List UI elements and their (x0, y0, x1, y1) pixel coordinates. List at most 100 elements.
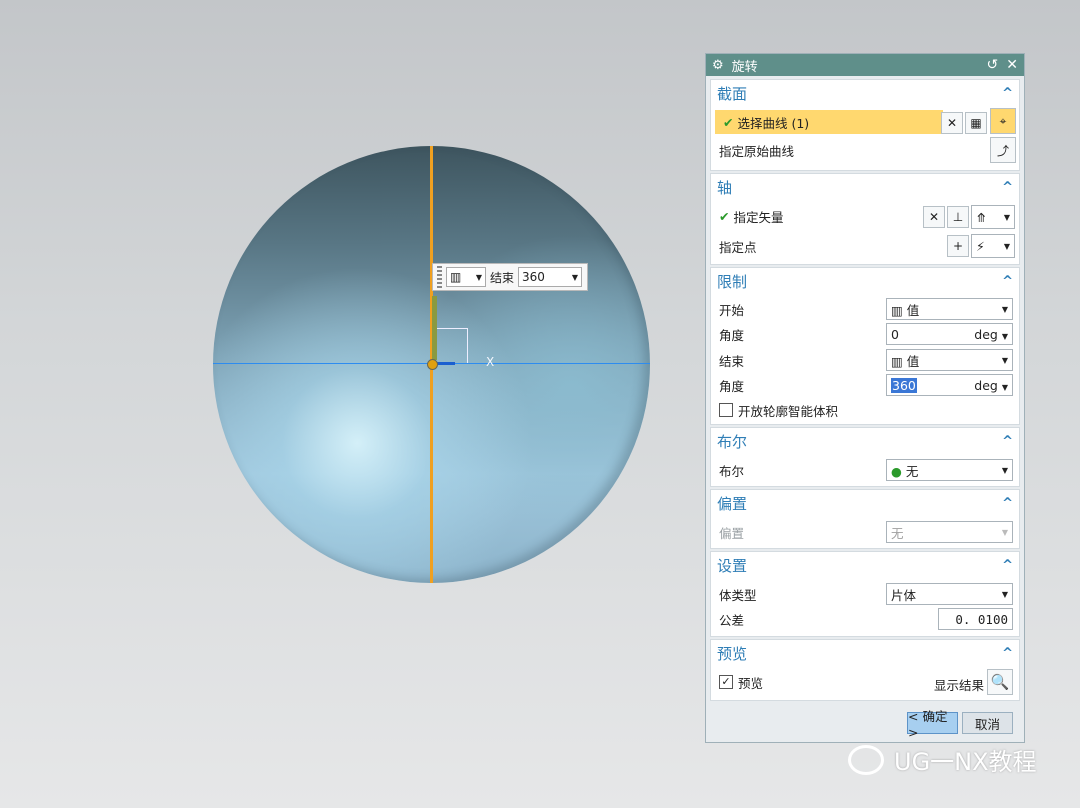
watermark-text: UG一NX教程 (894, 748, 1037, 776)
x-axis-label: X (486, 355, 495, 369)
collapse-caret-icon[interactable]: ^ (1002, 496, 1013, 511)
end-value-input[interactable]: 360 ▼ (518, 267, 583, 287)
axis-title: 轴 (717, 178, 733, 197)
limits-header[interactable]: 限制 ^ (711, 268, 1019, 294)
section-header[interactable]: 截面 ^ (711, 80, 1019, 106)
specify-original-row: 指定原始曲线 (711, 138, 1019, 162)
open-profile-checkbox[interactable] (719, 403, 733, 417)
preview-label: 预览 (738, 675, 764, 691)
reset-icon[interactable]: ↺ (987, 57, 999, 73)
preview-checkbox[interactable]: ✓ (719, 675, 733, 689)
limits-group: 限制 ^ 开始 ▥ 值 ▼ 角度 0 deg ▼ 结束 ▥ 值 ▼ 角度 360 deg … (710, 267, 1020, 425)
point-icon: ⚡ (976, 238, 985, 254)
collapse-caret-icon[interactable]: ^ (1002, 274, 1013, 289)
wechat-icon (848, 744, 884, 775)
boolean-header[interactable]: 布尔 ^ (711, 428, 1019, 454)
start-label: 开始 (719, 302, 745, 318)
specify-original-label: 指定原始曲线 (719, 143, 795, 159)
x-direction-arrow (437, 362, 455, 365)
boolean-value: 无 (905, 463, 919, 479)
boolean-group: 布尔 ^ 布尔 ● 无 ▼ (710, 427, 1020, 487)
ok-button[interactable]: < 确定 > (907, 709, 958, 740)
collapse-caret-icon[interactable]: ^ (1002, 180, 1013, 195)
collapse-caret-icon[interactable]: ^ (1002, 86, 1013, 101)
body-type-value: 片体 (891, 587, 917, 603)
section-title: 截面 (717, 84, 748, 103)
sketch-section-icon[interactable]: ▦ (965, 112, 987, 134)
reverse-direction-icon[interactable]: ✕ (923, 206, 945, 228)
end-label: 结束 (719, 353, 745, 369)
vector-type-dropdown[interactable]: ⤊ ▼ (971, 205, 1015, 229)
offset-value: 无 (891, 525, 904, 541)
angle1-label: 角度 (719, 327, 745, 343)
close-icon[interactable]: ✕ (1006, 57, 1018, 73)
checkmark-icon: ✔ (719, 208, 730, 224)
end-value-text: 360 (522, 270, 545, 284)
cancel-button[interactable]: 取消 (962, 712, 1013, 734)
point-dialog-icon[interactable]: + (947, 235, 969, 257)
boolean-dropdown[interactable]: ● 无 ▼ (886, 459, 1013, 481)
value-icon: ▥ (891, 353, 907, 369)
watermark: UG一NX教程 (848, 742, 1037, 777)
dialog-titlebar[interactable]: ⚙ 旋转 ↺ ✕ (706, 54, 1024, 76)
angle1-input[interactable]: 0 deg ▼ (886, 323, 1013, 345)
angle2-value: 360 (891, 377, 917, 393)
settings-group: 设置 ^ 体类型 片体 ▼ 公差 0. 0100 (710, 551, 1020, 637)
angle2-label: 角度 (719, 378, 745, 394)
end-type-value: 值 (906, 353, 920, 369)
tolerance-label: 公差 (719, 612, 745, 628)
settings-title: 设置 (717, 556, 748, 575)
original-curve-icon[interactable]: ⤴ (990, 137, 1016, 163)
collapse-caret-icon[interactable]: ^ (1002, 434, 1013, 449)
drag-grip-icon[interactable] (437, 266, 442, 288)
tolerance-value: 0. 0100 (955, 611, 1008, 627)
boolean-title: 布尔 (717, 432, 748, 451)
settings-header[interactable]: 设置 ^ (711, 552, 1019, 578)
angle1-unit: deg (974, 326, 998, 342)
curve-rule-icon[interactable]: ✕ (941, 112, 963, 134)
point-type-dropdown[interactable]: ⚡ ▼ (971, 234, 1015, 258)
axis-group: 轴 ^ ✔ 指定矢量 ✕ ⊥ ⤊ ▼ 指定点 + ⚡ ▼ (710, 173, 1020, 265)
end-label: 结束 (490, 270, 515, 285)
preview-title: 预览 (717, 644, 748, 663)
offset-dropdown: 无 ▼ (886, 521, 1013, 543)
body-type-dropdown[interactable]: 片体 ▼ (886, 583, 1013, 605)
revolve-dialog: ⚙ 旋转 ↺ ✕ 截面 ^ ✔ 选择曲线 (1) ✕ ▦ ⌖ 指定原始曲线 ⤴ 轴 ^… (705, 53, 1025, 743)
axis-header[interactable]: 轴 ^ (711, 174, 1019, 200)
settings-gear-icon[interactable]: ⚙ (712, 58, 724, 73)
offset-header[interactable]: 偏置 ^ (711, 490, 1019, 516)
dialog-title: 旋转 (731, 59, 758, 75)
wcs-indicator (433, 328, 468, 363)
offset-group: 偏置 ^ 偏置 无 ▼ (710, 489, 1020, 549)
collapse-caret-icon[interactable]: ^ (1002, 646, 1013, 661)
end-type-dropdown[interactable]: ▥ 值 ▼ (886, 349, 1013, 371)
origin-point[interactable] (427, 359, 438, 370)
start-type-dropdown[interactable]: ▥ 值 ▼ (886, 298, 1013, 320)
angle2-unit: deg (974, 377, 998, 393)
start-type-value: 值 (906, 302, 920, 318)
collapse-caret-icon[interactable]: ^ (1002, 558, 1013, 573)
section-group: 截面 ^ ✔ 选择曲线 (1) ✕ ▦ ⌖ 指定原始曲线 ⤴ (710, 79, 1020, 171)
limits-title: 限制 (717, 272, 748, 291)
select-curve-row[interactable]: ✔ 选择曲线 (1) (715, 110, 943, 134)
checkmark-icon: ✔ (723, 114, 734, 130)
offset-title: 偏置 (717, 494, 748, 513)
end-type-dropdown[interactable]: ▥ ▼ (446, 267, 486, 287)
tolerance-input[interactable]: 0. 0100 (938, 608, 1013, 630)
curve-select-icon[interactable]: ⌖ (990, 108, 1016, 134)
open-profile-row[interactable]: 开放轮廓智能体积 (711, 398, 1019, 422)
angle1-value: 0 (891, 326, 899, 342)
boolean-label: 布尔 (719, 463, 745, 479)
offset-label: 偏置 (719, 525, 745, 541)
vector-arrow[interactable] (432, 296, 437, 360)
boolean-none-icon: ● (891, 463, 906, 479)
specify-vector-label: 指定矢量 (733, 209, 784, 225)
preview-header[interactable]: 预览 ^ (711, 640, 1019, 666)
vector-icon: ⤊ (976, 209, 987, 225)
show-result-icon[interactable]: 🔍 (987, 669, 1013, 695)
vector-dialog-icon[interactable]: ⊥ (947, 206, 969, 228)
open-profile-label: 开放轮廓智能体积 (738, 403, 839, 419)
angle2-input[interactable]: 360 deg ▼ (886, 374, 1013, 396)
floating-input-bar: ▥ ▼ 结束 360 ▼ (432, 263, 588, 291)
preview-group: 预览 ^ ✓ 预览 显示结果 🔍 (710, 639, 1020, 701)
